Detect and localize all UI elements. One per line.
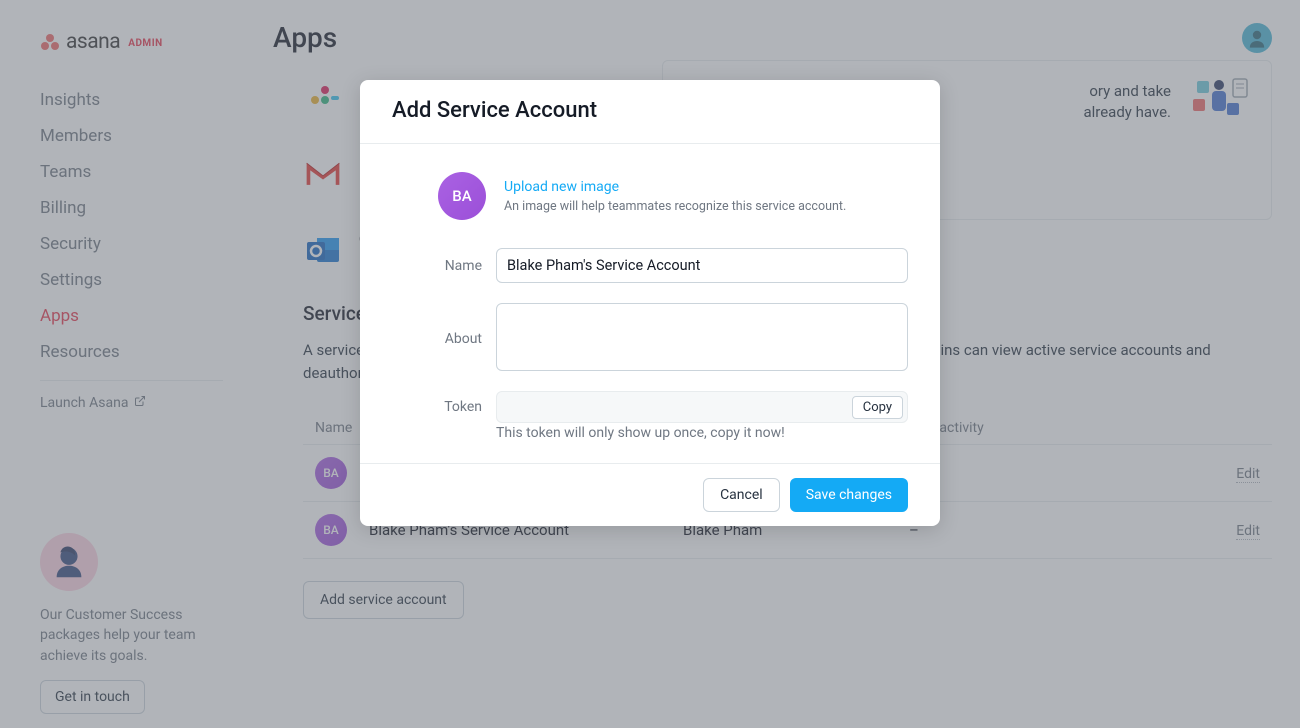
upload-row: BA Upload new image An image will help t… [392, 172, 908, 220]
token-hint: This token will only show up once, copy … [496, 425, 908, 441]
save-changes-button[interactable]: Save changes [790, 478, 908, 512]
cancel-button[interactable]: Cancel [703, 478, 780, 512]
name-label: Name [392, 258, 482, 274]
form-row-token: Token Copy [392, 391, 908, 423]
token-label: Token [392, 399, 482, 415]
about-textarea[interactable] [496, 303, 908, 371]
add-service-account-modal: Add Service Account BA Upload new image … [360, 80, 940, 526]
token-display: Copy [496, 391, 908, 423]
service-account-avatar-preview: BA [438, 172, 486, 220]
modal-header: Add Service Account [360, 80, 940, 144]
upload-caption: An image will help teammates recognize t… [504, 199, 846, 214]
upload-new-image-link[interactable]: Upload new image [504, 179, 846, 195]
modal-title: Add Service Account [392, 98, 908, 123]
about-label: About [392, 303, 482, 347]
name-input[interactable] [496, 248, 908, 283]
copy-token-button[interactable]: Copy [852, 396, 903, 419]
form-row-about: About [392, 303, 908, 371]
modal-footer: Cancel Save changes [360, 463, 940, 526]
form-row-name: Name [392, 248, 908, 283]
modal-body: BA Upload new image An image will help t… [360, 144, 940, 463]
modal-overlay[interactable]: Add Service Account BA Upload new image … [0, 0, 1300, 728]
